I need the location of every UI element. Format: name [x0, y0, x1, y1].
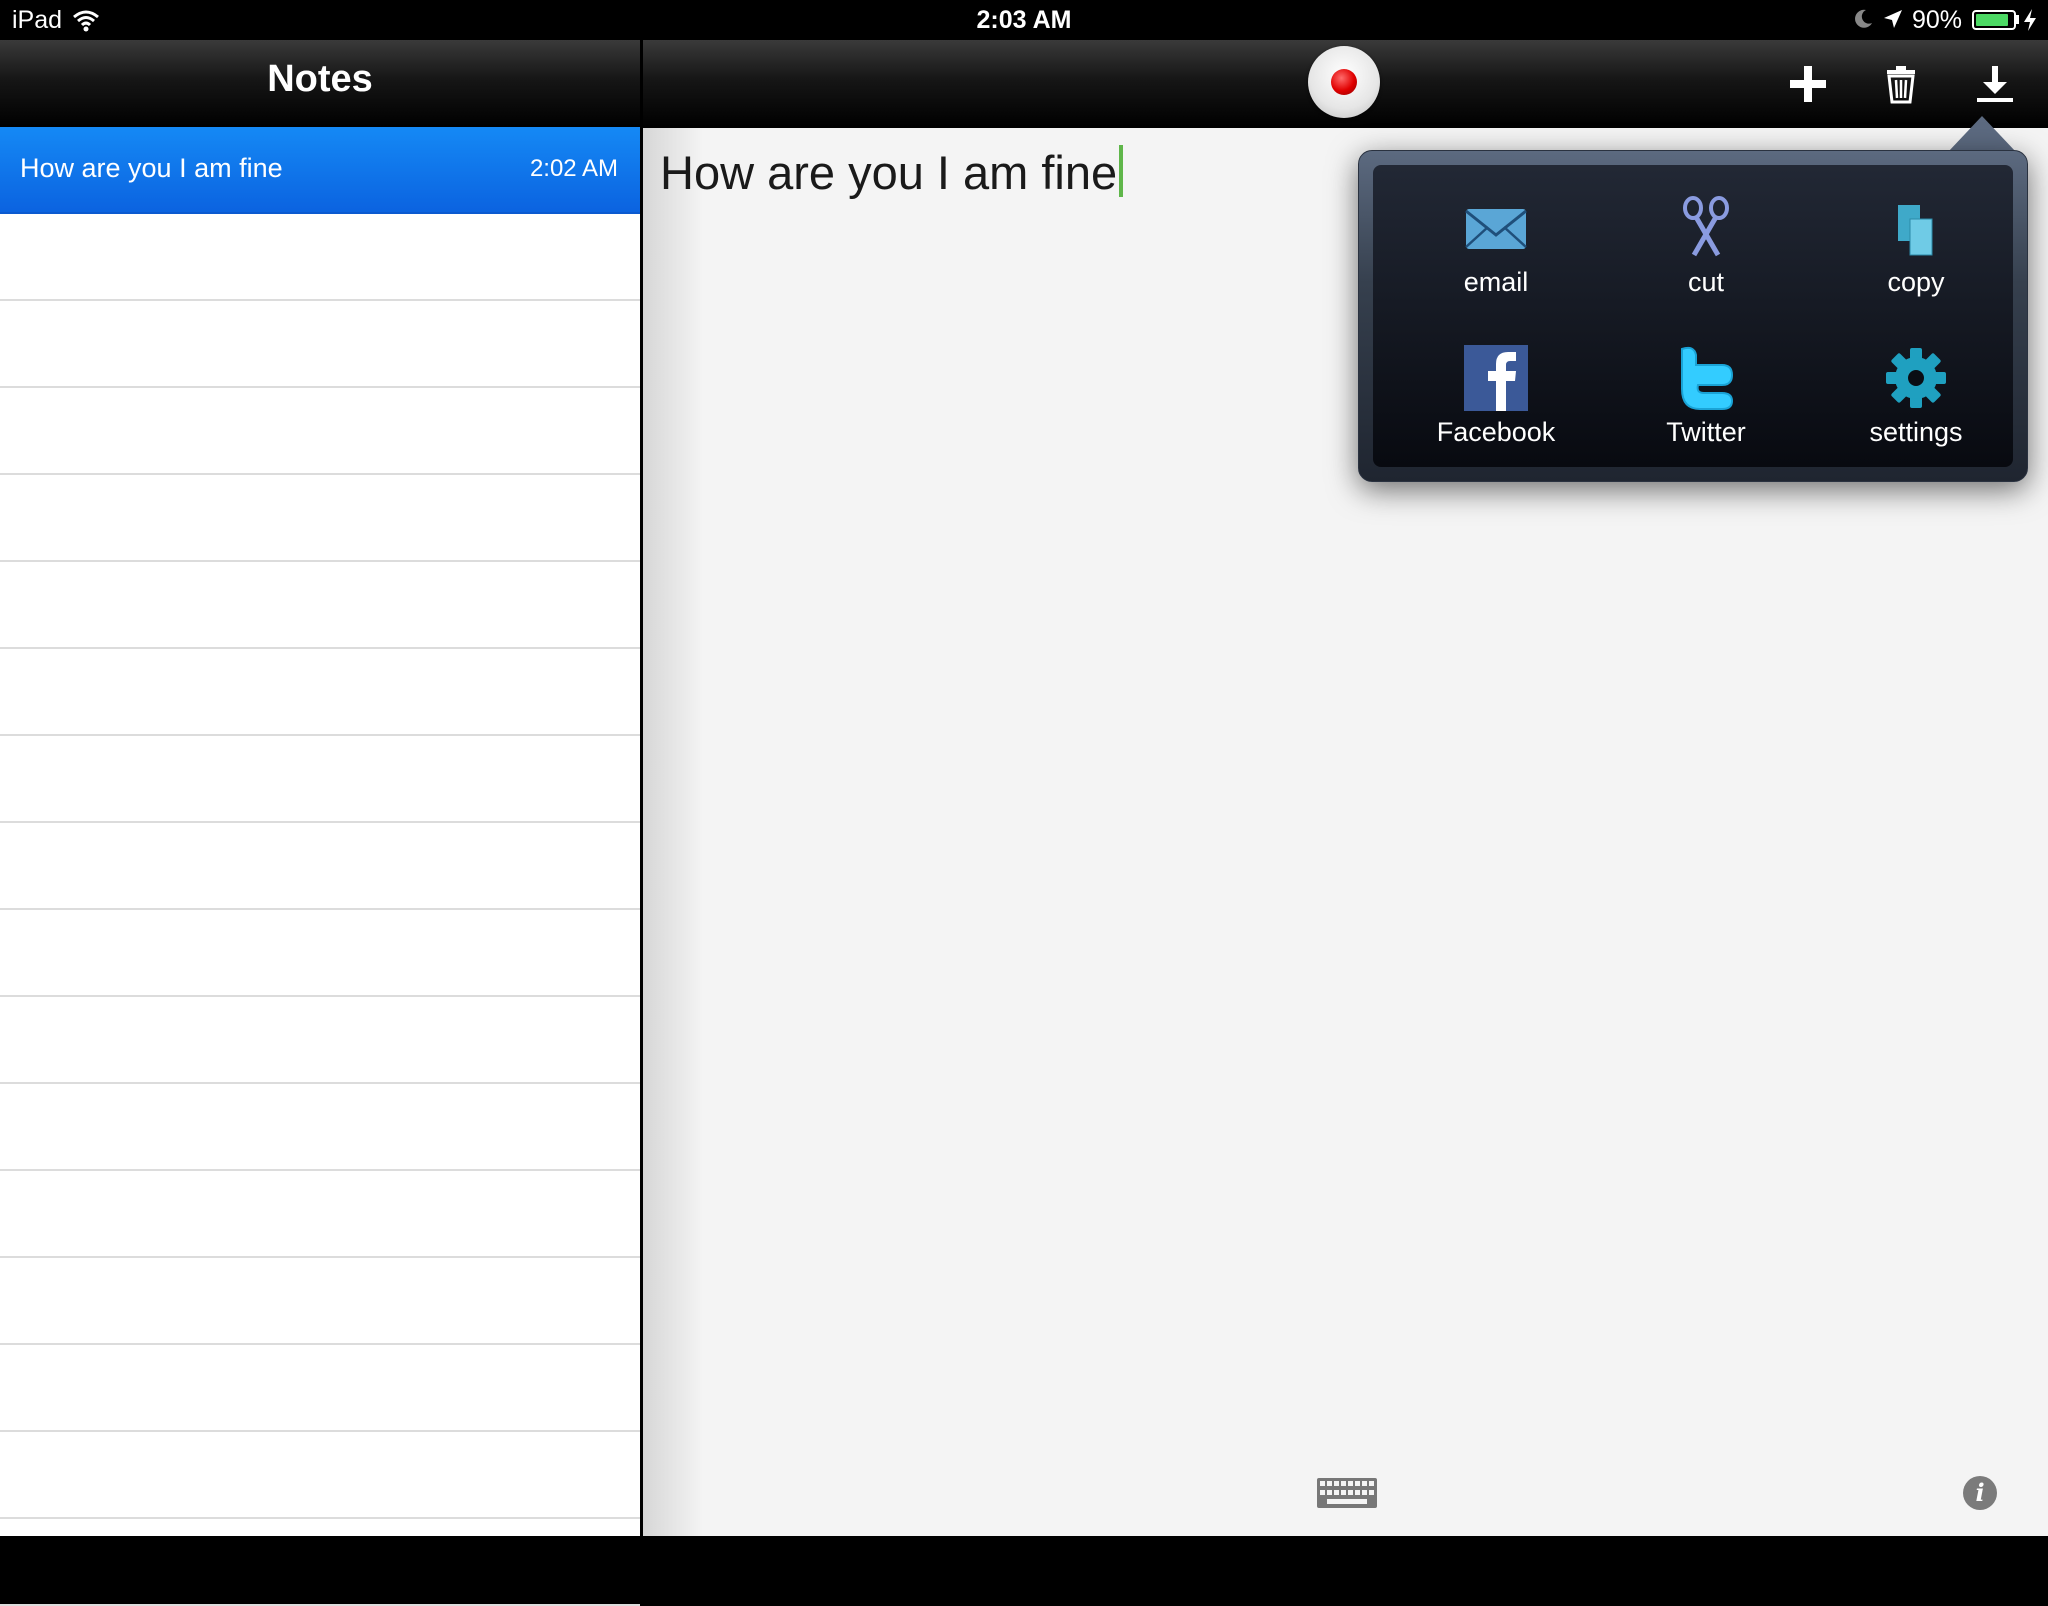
keyboard-icon[interactable]: [1317, 1478, 1377, 1508]
empty-note-row: [0, 214, 640, 301]
twitter-icon: [1681, 346, 1734, 410]
share-popover: email cut copy Facebook Twitter settings: [1358, 150, 2028, 482]
info-icon[interactable]: i: [1963, 1476, 1997, 1510]
download-icon[interactable]: [1973, 62, 2017, 106]
note-title: How are you I am fine: [20, 153, 283, 183]
scissors-icon: [1683, 196, 1729, 257]
empty-note-row: [0, 1171, 640, 1258]
moon-icon: [1855, 9, 1872, 28]
note-list-item[interactable]: How are you I am fine 2:02 AM: [0, 127, 640, 214]
note-timestamp: 2:02 AM: [529, 155, 618, 182]
copy-label: copy: [1887, 267, 1945, 297]
twitter-button[interactable]: Twitter: [1601, 335, 1811, 485]
empty-note-row: [0, 736, 640, 823]
envelope-icon: [1465, 209, 1527, 249]
plus-icon[interactable]: [1786, 62, 1830, 106]
facebook-button[interactable]: Facebook: [1391, 335, 1601, 485]
cut-label: cut: [1687, 267, 1725, 297]
empty-note-row: [0, 1345, 640, 1432]
empty-note-row: [0, 997, 640, 1084]
status-time: 2:03 AM: [976, 6, 1072, 34]
empty-note-row: [0, 910, 640, 997]
record-button[interactable]: [1308, 46, 1380, 118]
note-editor[interactable]: How are you I am fine: [660, 145, 1124, 200]
empty-note-row: [0, 649, 640, 736]
settings-label: settings: [1869, 417, 1963, 447]
sidebar-title: Notes: [267, 58, 373, 100]
location-arrow-icon: [1884, 10, 1902, 28]
notes-sidebar: Notes How are you I am fine 2:02 AM: [0, 40, 640, 1606]
cut-button[interactable]: cut: [1601, 185, 1811, 335]
charging-bolt-icon: [2024, 9, 2036, 31]
note-list: How are you I am fine 2:02 AM: [0, 127, 640, 1606]
email-button[interactable]: email: [1391, 185, 1601, 335]
paper-shadow: [643, 40, 703, 1536]
empty-note-row: [0, 388, 640, 475]
empty-note-row: [0, 562, 640, 649]
battery-icon: [1972, 10, 2016, 30]
empty-note-row: [0, 475, 640, 562]
record-icon: [1331, 69, 1357, 95]
gear-icon: [1886, 348, 1946, 408]
empty-note-row: [0, 301, 640, 388]
twitter-label: Twitter: [1666, 417, 1746, 447]
text-caret: [1119, 145, 1124, 197]
trash-icon[interactable]: [1879, 62, 1923, 106]
settings-button[interactable]: settings: [1811, 335, 2021, 485]
empty-note-row: [0, 1519, 640, 1606]
popover-arrow: [1948, 116, 2016, 152]
detail-toolbar: [643, 40, 2048, 128]
sidebar-nav-bar: Notes: [0, 40, 640, 128]
empty-note-row: [0, 823, 640, 910]
share-menu: email cut copy Facebook Twitter settings: [1373, 165, 2013, 467]
status-bar: iPad 2:03 AM 90%: [0, 0, 2048, 40]
facebook-icon: [1464, 345, 1528, 411]
battery-tip: [2016, 15, 2019, 24]
battery-percent: 90%: [1912, 6, 1963, 34]
battery-fill: [1976, 14, 2009, 26]
copy-icon: [1898, 205, 1933, 256]
empty-note-row: [0, 1258, 640, 1345]
empty-note-row: [0, 1432, 640, 1519]
copy-button[interactable]: copy: [1811, 185, 2021, 335]
facebook-label: Facebook: [1436, 417, 1556, 447]
email-label: email: [1463, 267, 1529, 297]
note-body-text: How are you I am fine: [660, 146, 1118, 199]
empty-note-row: [0, 1084, 640, 1171]
